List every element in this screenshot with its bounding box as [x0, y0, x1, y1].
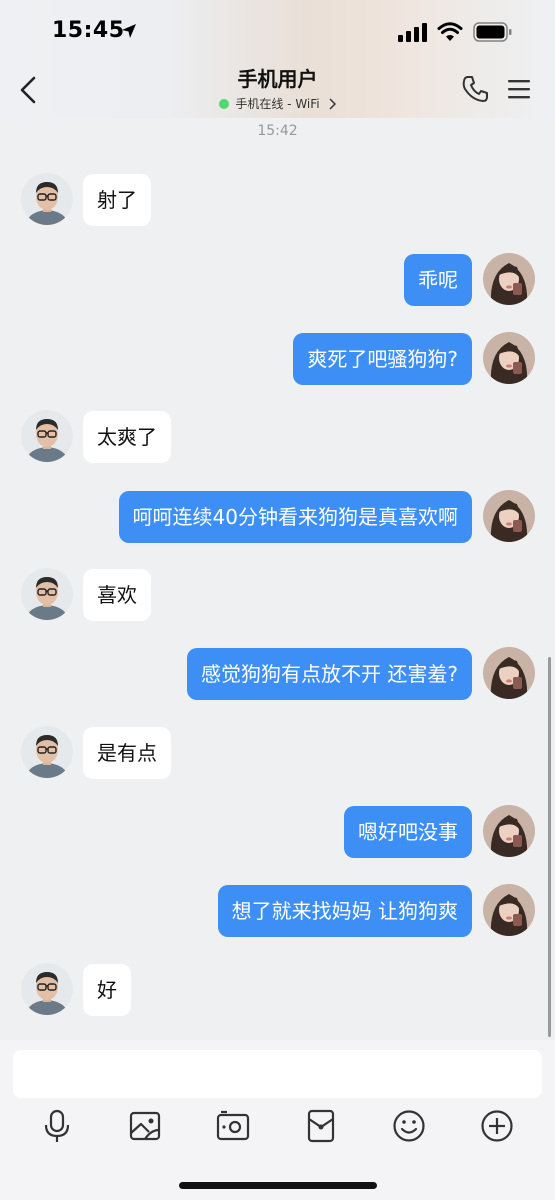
scrollbar[interactable] [548, 657, 551, 1037]
my-avatar[interactable] [483, 647, 535, 699]
mic-icon[interactable] [39, 1108, 75, 1144]
contact-avatar[interactable] [21, 410, 73, 462]
battery-icon [473, 22, 512, 42]
outgoing-message-bubble[interactable]: 感觉狗狗有点放不开 还害羞? [187, 648, 472, 700]
message-input[interactable] [13, 1050, 542, 1098]
my-avatar[interactable] [483, 884, 535, 936]
incoming-message-bubble[interactable]: 射了 [83, 174, 151, 226]
camera-icon[interactable] [215, 1108, 251, 1144]
outgoing-message-bubble[interactable]: 嗯好吧没事 [344, 806, 472, 858]
online-dot-icon [219, 98, 230, 109]
online-status-label: 手机在线 - WiFi [235, 97, 320, 111]
incoming-message-bubble[interactable]: 是有点 [83, 727, 171, 779]
outgoing-message-bubble[interactable]: 想了就来找妈妈 让狗狗爽 [217, 885, 472, 937]
incoming-message-bubble[interactable]: 喜欢 [83, 569, 151, 621]
chat-screen: 15:45 手机用户 手机在线 - WiFi 15:42 射了 乖呢 爽死了吧骚… [0, 0, 555, 1200]
my-avatar[interactable] [483, 253, 535, 305]
cellular-signal-icon [398, 23, 427, 42]
contact-avatar[interactable] [21, 963, 73, 1015]
menu-icon[interactable] [507, 77, 531, 101]
my-avatar[interactable] [483, 490, 535, 542]
message-timestamp: 15:42 [257, 123, 298, 139]
wifi-icon [437, 22, 463, 41]
emoji-icon[interactable] [391, 1108, 427, 1144]
phone-call-icon[interactable] [461, 74, 489, 104]
status-time: 15:45 [52, 18, 125, 43]
location-arrow-icon [122, 24, 136, 38]
chevron-right-icon [329, 97, 336, 110]
outgoing-message-bubble[interactable]: 呵呵连续40分钟看来狗狗是真喜欢啊 [118, 491, 472, 543]
my-avatar[interactable] [483, 332, 535, 384]
contact-avatar[interactable] [21, 173, 73, 225]
my-avatar[interactable] [483, 805, 535, 857]
red-packet-icon[interactable] [303, 1108, 339, 1144]
outgoing-message-bubble[interactable]: 爽死了吧骚狗狗? [293, 333, 472, 385]
contact-avatar[interactable] [21, 568, 73, 620]
home-indicator [179, 1182, 377, 1189]
image-icon[interactable] [127, 1108, 163, 1144]
plus-icon[interactable] [479, 1108, 515, 1144]
outgoing-message-bubble[interactable]: 乖呢 [404, 254, 472, 306]
incoming-message-bubble[interactable]: 太爽了 [83, 411, 171, 463]
contact-avatar[interactable] [21, 726, 73, 778]
incoming-message-bubble[interactable]: 好 [83, 964, 131, 1016]
